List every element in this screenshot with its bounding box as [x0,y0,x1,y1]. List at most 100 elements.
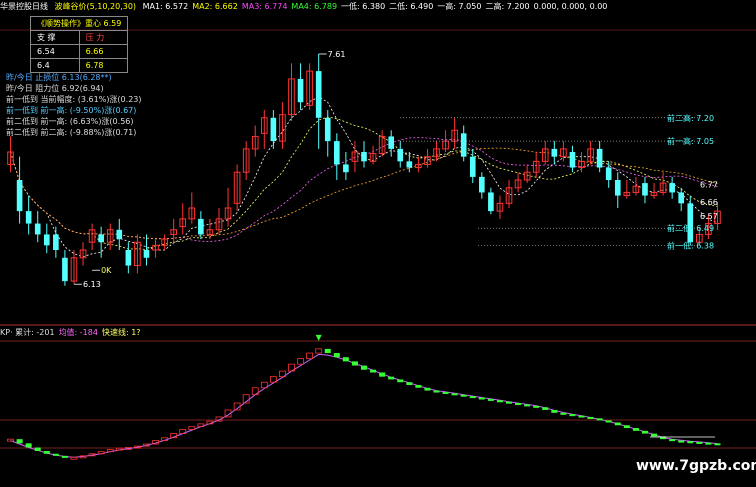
indicator-bar [569,414,576,417]
candle-body [270,117,277,142]
indicator-bar [342,357,349,362]
indicator-header: KP· 累计: -201 均值: -184 快速线: 1? [0,327,145,339]
candle-body [34,223,41,235]
indicator-bar [632,428,639,431]
resistance-value: 6.66 [78,44,129,59]
indicator-bar [97,451,105,455]
candle-body [116,229,123,240]
indicator-bar [351,361,358,366]
right-price-label: 6.66 [700,198,718,207]
level-label: 前一低: 6.38 [667,240,714,250]
candle-body [469,156,476,177]
indicator-bar [460,394,467,397]
indicator-bar [43,450,50,454]
resistance-header: 压 力 [78,30,129,45]
level-label: 前二低: 6.49 [667,223,714,233]
ma-item: 二高: 7.200 [485,2,530,11]
candle-body [62,257,68,282]
annotation-label: 7.61 [328,50,346,59]
candle-body [198,218,204,235]
level-label: 前二高: 7.20 [667,113,714,123]
ma-item: MA2: 6.662 [192,2,238,11]
stock-title: 华景控股日线 [0,2,48,11]
indicator-bar [70,456,78,460]
right-price-label: 6.77 [700,181,718,190]
candle-body [324,117,331,142]
indicator-bar [34,447,41,451]
level-label: 前一高: 7.05 [667,136,714,146]
ma-item: 一低: 6.380 [341,2,386,11]
watermark: www.7gpzb.com [636,458,756,474]
indicator-bar [306,352,314,360]
range-info: 昨/今日 止损位 6.13(6.28**) 昨/今日 阻力位 6.92(6.94)… [6,72,142,138]
indicator-bar [106,449,114,453]
indicator-bar [641,430,648,434]
indicator-bar [25,443,32,448]
indicator-bar [678,440,685,443]
indicator-bar [388,376,395,380]
indicator-bar [596,418,603,421]
ma-item: MA3: 6.774 [241,2,288,11]
ma-values: MA1: 6.572 MA2: 6.662 MA3: 6.774 MA4: 6.789… [143,2,612,11]
indicator-bar [714,443,721,446]
right-price-label: 6.57 [700,212,718,221]
annotation-label: 6.13 [83,280,101,289]
candle-body [569,152,576,168]
indicator-bar [687,441,694,444]
indicator-item: KP· 累计: -201 [0,328,55,337]
indicator-bar [705,442,712,445]
candle-body [406,161,413,168]
ma-item: 二低: 6.490 [389,2,434,11]
candle-body [361,152,367,162]
indicator-bar [651,433,658,437]
candle-body [678,192,685,204]
indicator-bar [542,407,549,410]
candle-body [388,136,394,149]
candle-body [614,180,621,196]
candle-body [315,71,322,118]
indicator-bar [469,396,476,399]
sell-signal-arrow [315,334,322,341]
indicator-bar [496,400,503,403]
indicator-name: 波峰谷价(5,10,20,30) [54,2,137,11]
info-line: 前一低到 当前幅度: (3.61%)涨(0.23) [6,95,142,104]
indicator-bar [551,410,558,413]
indicator-bar [442,391,449,394]
indicator-bar [424,387,431,391]
indicator-avg-line [10,353,718,458]
support-resistance-panel: 《顺势操作》重心 6.59 支 撑 压 力 6.54 6.66 6.4 6.78 [29,16,129,73]
candle-body [605,167,612,180]
indicator-bar [406,382,413,385]
candle-body [16,180,23,212]
indicator-bar [324,348,331,354]
indicator-bar [451,393,458,396]
candle-body [98,234,104,243]
candle-body [43,234,50,246]
chart-header: 华景控股日线 波峰谷价(5,10,20,30) MA1: 6.572 MA2: 6… [0,0,756,14]
indicator-item: 均值: -184 [58,328,98,337]
indicator-bar [361,365,367,370]
candle-body [460,133,467,157]
info-line: 昨/今日 止损位 6.13(6.28**) [6,73,112,82]
indicator-bar [297,358,304,365]
indicator-bar [433,390,440,393]
indicator-bar [605,420,612,423]
candle-body [343,164,349,173]
support-value: 6.54 [30,44,80,59]
candle-body [297,78,304,103]
indicator-bar [515,403,522,406]
support-header: 支 撑 [30,30,80,45]
indicator-bar [587,416,594,419]
info-line: 昨/今日 阻力位 6.92(6.94) [6,84,104,93]
ma-item: 0.000, 0.000, 0.00 [533,2,608,11]
indicator-bar [696,441,703,444]
candle-body [642,183,648,196]
indicator-bar [61,455,68,458]
ma-item: MA4: 6.789 [291,2,338,11]
candle-body [479,176,485,193]
support-value: 6.4 [30,58,80,73]
indicator-bar [370,369,377,373]
indicator-bar [524,404,531,407]
candle-body [53,234,59,250]
indicator-bar [52,453,59,456]
